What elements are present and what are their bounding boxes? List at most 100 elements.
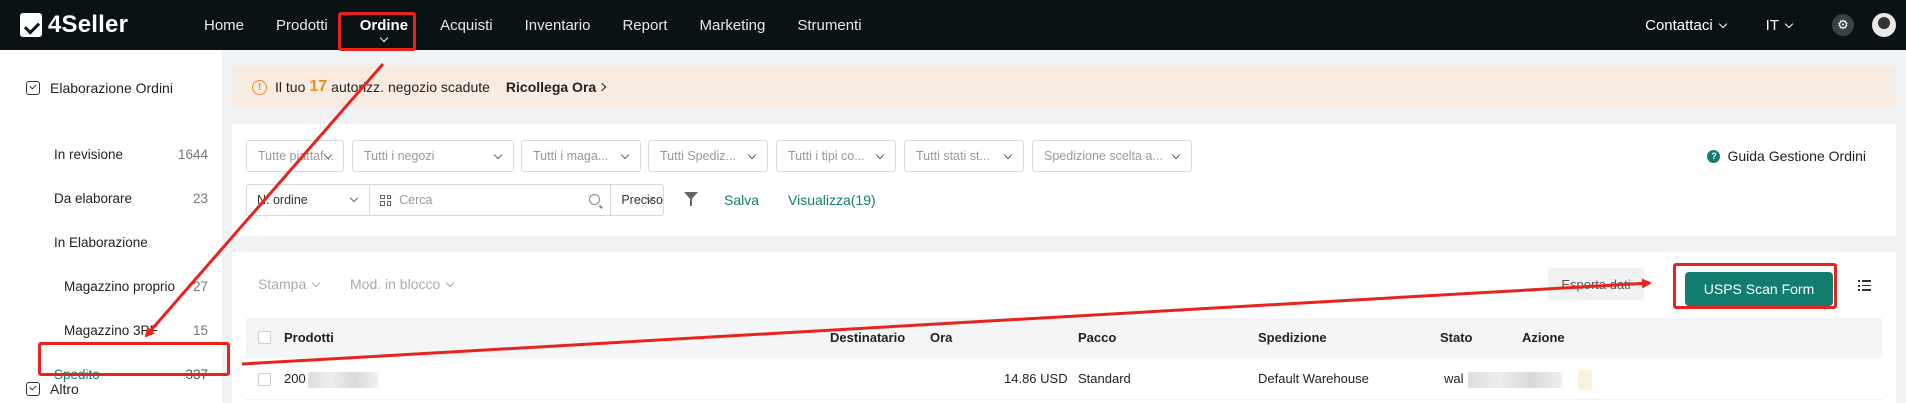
sidebar-item-in-review[interactable]: In revisione 1644 xyxy=(0,132,222,176)
logo-icon xyxy=(20,13,42,37)
top-navbar: 4Seller Home Prodotti Ordine Acquisti In… xyxy=(0,0,1906,50)
sidebar-item-count: 15 xyxy=(192,322,208,338)
language-label: IT xyxy=(1765,16,1779,34)
help-icon: ? xyxy=(1707,149,1721,163)
guide-label: Guida Gestione Ordini xyxy=(1727,148,1866,164)
filter-panel: Tutte piattaf... Tutti i negozi Tutti i … xyxy=(232,124,1896,236)
store-select[interactable]: Tutti i negozi xyxy=(352,140,514,172)
chevron-down-icon xyxy=(1003,150,1013,160)
row-package: Standard xyxy=(1078,371,1131,386)
gear-icon[interactable]: ⚙ xyxy=(1832,14,1854,36)
save-link[interactable]: Salva xyxy=(724,192,759,208)
contact-menu[interactable]: Contattaci xyxy=(1645,16,1727,34)
export-data-button[interactable]: Esporta dati xyxy=(1548,268,1644,300)
filter-icon[interactable] xyxy=(684,192,698,206)
sidebar-item-own-warehouse[interactable]: Magazzino proprio 27 xyxy=(0,264,222,308)
chevron-right-icon xyxy=(597,82,607,92)
sidebar-item-label: Magazzino 3PF xyxy=(64,322,158,338)
search-mode-value: Preciso xyxy=(621,193,663,207)
row-shipping: Default Warehouse xyxy=(1258,371,1369,386)
search-mode-select[interactable]: Preciso xyxy=(611,185,663,215)
sidebar-item-label: Magazzino proprio xyxy=(64,278,176,294)
print-dropdown[interactable]: Stampa xyxy=(258,276,321,292)
nav-products[interactable]: Prodotti xyxy=(276,0,328,50)
warning-icon: ! xyxy=(252,79,267,95)
row-amount: 14.86 USD xyxy=(1004,371,1068,386)
sidebar-group-other[interactable]: Altro xyxy=(0,374,79,403)
sidebar-item-label: Da elaborare xyxy=(54,190,133,206)
sidebar-item-processing[interactable]: In Elaborazione xyxy=(0,220,222,264)
order-guide-link[interactable]: ? Guida Gestione Ordini xyxy=(1707,148,1866,164)
chevron-down-icon xyxy=(493,150,503,160)
chevron-down-icon xyxy=(747,150,757,160)
annotation-box-shipped xyxy=(38,342,230,376)
col-shipping: Spedizione xyxy=(1258,330,1327,345)
warehouse-select[interactable]: Tutti i maga... xyxy=(521,140,641,172)
chevron-down-icon xyxy=(620,150,630,160)
select-value: Tutti stati st... xyxy=(916,149,990,163)
view-link[interactable]: Visualizza(19) xyxy=(788,192,876,208)
sidebar-item-count: 1644 xyxy=(177,146,208,162)
chevron-down-icon xyxy=(1784,19,1794,28)
status-select[interactable]: Tutti stati st... xyxy=(904,140,1024,172)
bulk-edit-dropdown[interactable]: Mod. in blocco xyxy=(350,276,455,292)
select-value: Tutte piattaf... xyxy=(258,149,334,163)
nav-report[interactable]: Report xyxy=(622,0,667,50)
bulk-edit-label: Mod. in blocco xyxy=(350,276,441,292)
orders-table-panel: Stampa Mod. in blocco Esporta dati USPS … xyxy=(232,252,1896,403)
sidebar-item-to-process[interactable]: Da elaborare 23 xyxy=(0,176,222,220)
row-checkbox[interactable] xyxy=(258,373,271,386)
language-menu[interactable]: IT xyxy=(1765,16,1794,34)
row-product: 200 xyxy=(284,371,306,386)
col-recipient: Destinatario xyxy=(830,330,906,345)
select-all-checkbox[interactable] xyxy=(258,331,271,344)
sidebar-group-label: Elaborazione Ordini xyxy=(50,80,173,96)
redacted-block xyxy=(1578,370,1592,390)
redacted-block xyxy=(308,372,378,388)
clipboard-check-icon xyxy=(26,81,40,95)
sidebar-item-label: In revisione xyxy=(54,146,124,162)
table-row[interactable]: 200 14.86 USD Standard Default Warehouse… xyxy=(246,360,1882,400)
print-label: Stampa xyxy=(258,276,307,292)
search-placeholder: Cerca xyxy=(399,193,433,207)
shipping-select[interactable]: Tutti Spediz... xyxy=(648,140,768,172)
chevron-down-icon xyxy=(1171,150,1181,160)
search-icon[interactable] xyxy=(589,194,601,205)
nav-inventory[interactable]: Inventario xyxy=(525,0,591,50)
sidebar-group-order-processing[interactable]: Elaborazione Ordini xyxy=(0,66,173,110)
select-value: Spedizione scelta a... xyxy=(1044,149,1163,163)
col-package: Pacco xyxy=(1078,330,1117,345)
reconnect-label: Ricollega Ora xyxy=(505,79,597,95)
platform-select[interactable]: Tutte piattaf... xyxy=(246,140,344,172)
logo-text: 4Seller xyxy=(48,11,129,38)
sidebar-item-label: In Elaborazione xyxy=(54,234,148,250)
clipboard-check-icon xyxy=(26,382,40,396)
banner-suffix: autorizz. negozio scadute xyxy=(331,79,490,95)
type-select[interactable]: Tutti i tipi co... xyxy=(776,140,896,172)
col-status: Stato xyxy=(1440,330,1473,345)
annotation-box-usps xyxy=(1673,263,1837,309)
nav-home[interactable]: Home xyxy=(204,0,244,50)
search-type-select[interactable]: N. ordine xyxy=(247,185,371,215)
annotation-box-orders xyxy=(338,12,416,51)
col-products: Prodotti xyxy=(284,330,334,345)
nav-marketing[interactable]: Marketing xyxy=(700,0,766,50)
contact-label: Contattaci xyxy=(1645,16,1713,34)
sidebar-group-label: Altro xyxy=(50,381,79,397)
select-value: Tutti Spediz... xyxy=(660,149,736,163)
logo[interactable]: 4Seller xyxy=(20,11,204,39)
select-value: Tutti i negozi xyxy=(364,149,435,163)
search-input[interactable]: Cerca xyxy=(370,185,612,215)
search-type-value: N. ordine xyxy=(257,193,308,207)
chevron-down-icon xyxy=(875,150,885,160)
chosen-shipping-select[interactable]: Spedizione scelta a... xyxy=(1032,140,1192,172)
nav-tools[interactable]: Strumenti xyxy=(797,0,861,50)
redacted-block xyxy=(1468,372,1562,388)
select-value: Tutti i tipi co... xyxy=(788,149,865,163)
avatar[interactable] xyxy=(1872,13,1896,37)
sidebar-item-count: 23 xyxy=(192,190,208,206)
list-settings-icon[interactable] xyxy=(1858,280,1871,291)
nav-purchases[interactable]: Acquisti xyxy=(440,0,493,50)
select-value: Tutti i maga... xyxy=(533,149,609,163)
reconnect-link[interactable]: Ricollega Ora xyxy=(505,79,607,95)
